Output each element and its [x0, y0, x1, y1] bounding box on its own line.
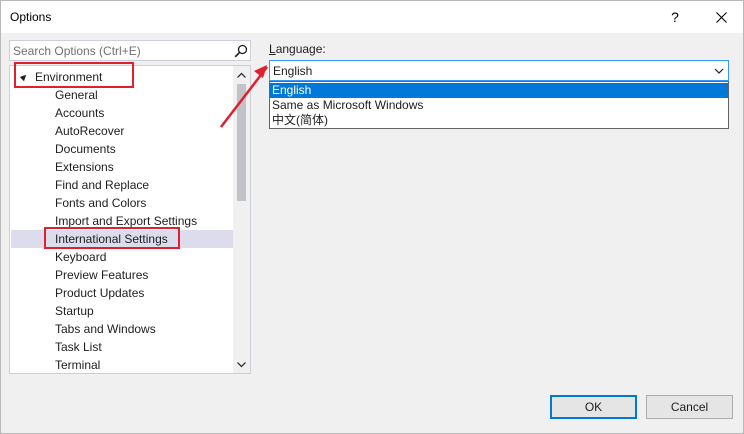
tree-item-preview-features[interactable]: Preview Features: [11, 266, 233, 284]
tree-item-label: Keyboard: [55, 250, 106, 264]
tree-item-label: Product Updates: [55, 286, 144, 300]
tree-item-tabs-and-windows[interactable]: Tabs and Windows: [11, 320, 233, 338]
tree-item-product-updates[interactable]: Product Updates: [11, 284, 233, 302]
tree-item-environment[interactable]: Environment: [11, 68, 233, 86]
cancel-button[interactable]: Cancel: [646, 395, 733, 419]
options-tree[interactable]: Environment General Accounts AutoRecover…: [9, 65, 251, 374]
tree-item-label: Task List: [55, 340, 102, 354]
tree-item-import-export-settings[interactable]: Import and Export Settings: [11, 212, 233, 230]
tree-item-label: AutoRecover: [55, 124, 124, 138]
language-label: Language:: [269, 42, 326, 56]
tree-item-extensions[interactable]: Extensions: [11, 158, 233, 176]
help-button[interactable]: ?: [653, 1, 697, 33]
tree-item-label: Accounts: [55, 106, 104, 120]
tree-item-label: Preview Features: [55, 268, 148, 282]
ok-button[interactable]: OK: [550, 395, 637, 419]
tree-item-label: Terminal: [55, 358, 100, 372]
language-option-same-as-windows[interactable]: Same as Microsoft Windows: [270, 98, 728, 113]
tree-item-startup[interactable]: Startup: [11, 302, 233, 320]
close-button[interactable]: [699, 1, 743, 33]
chevron-up-icon: [237, 72, 246, 78]
tree-item-fonts-and-colors[interactable]: Fonts and Colors: [11, 194, 233, 212]
close-icon: [716, 12, 727, 23]
language-dropdown[interactable]: English: [269, 60, 729, 81]
tree-item-keyboard[interactable]: Keyboard: [11, 248, 233, 266]
scroll-up-button[interactable]: [233, 66, 250, 83]
options-dialog: Options ? Environment General Accounts A…: [0, 0, 744, 434]
tree-item-label: Find and Replace: [55, 178, 149, 192]
scroll-down-button[interactable]: [233, 356, 250, 373]
tree-item-accounts[interactable]: Accounts: [11, 104, 233, 122]
search-input[interactable]: [13, 43, 231, 59]
language-dropdown-value: English: [273, 64, 312, 78]
tree-item-label: General: [55, 88, 98, 102]
tree-scrollbar[interactable]: [233, 66, 250, 373]
tree-item-label: Tabs and Windows: [55, 322, 156, 336]
tree-item-label: Fonts and Colors: [55, 196, 146, 210]
expanded-triangle-icon[interactable]: [20, 73, 28, 81]
tree-item-label: International Settings: [55, 232, 168, 246]
tree-item-label: Extensions: [55, 160, 114, 174]
window-title: Options: [10, 10, 51, 24]
tree-item-label: Startup: [55, 304, 94, 318]
tree-item-international-settings[interactable]: International Settings: [11, 230, 233, 248]
title-bar: Options ?: [1, 1, 743, 33]
tree-item-label: Environment: [35, 70, 102, 84]
tree-item-general[interactable]: General: [11, 86, 233, 104]
tree-item-documents[interactable]: Documents: [11, 140, 233, 158]
tree-item-task-list[interactable]: Task List: [11, 338, 233, 356]
scroll-thumb[interactable]: [237, 84, 246, 201]
language-label-mnemonic: L: [269, 42, 276, 56]
chevron-down-icon[interactable]: [714, 66, 724, 76]
chevron-down-icon: [237, 362, 246, 368]
language-options-list[interactable]: English Same as Microsoft Windows 中文(简体): [269, 81, 729, 129]
search-icon[interactable]: [234, 44, 248, 58]
tree-item-terminal[interactable]: Terminal: [11, 356, 233, 374]
tree-item-find-and-replace[interactable]: Find and Replace: [11, 176, 233, 194]
language-option-chinese-simplified[interactable]: 中文(简体): [270, 113, 728, 128]
language-option-english[interactable]: English: [270, 83, 728, 98]
tree-item-autorecover[interactable]: AutoRecover: [11, 122, 233, 140]
tree-item-label: Import and Export Settings: [55, 214, 197, 228]
search-options-box[interactable]: [9, 40, 251, 61]
language-label-text: anguage:: [276, 42, 326, 56]
tree-item-label: Documents: [55, 142, 116, 156]
